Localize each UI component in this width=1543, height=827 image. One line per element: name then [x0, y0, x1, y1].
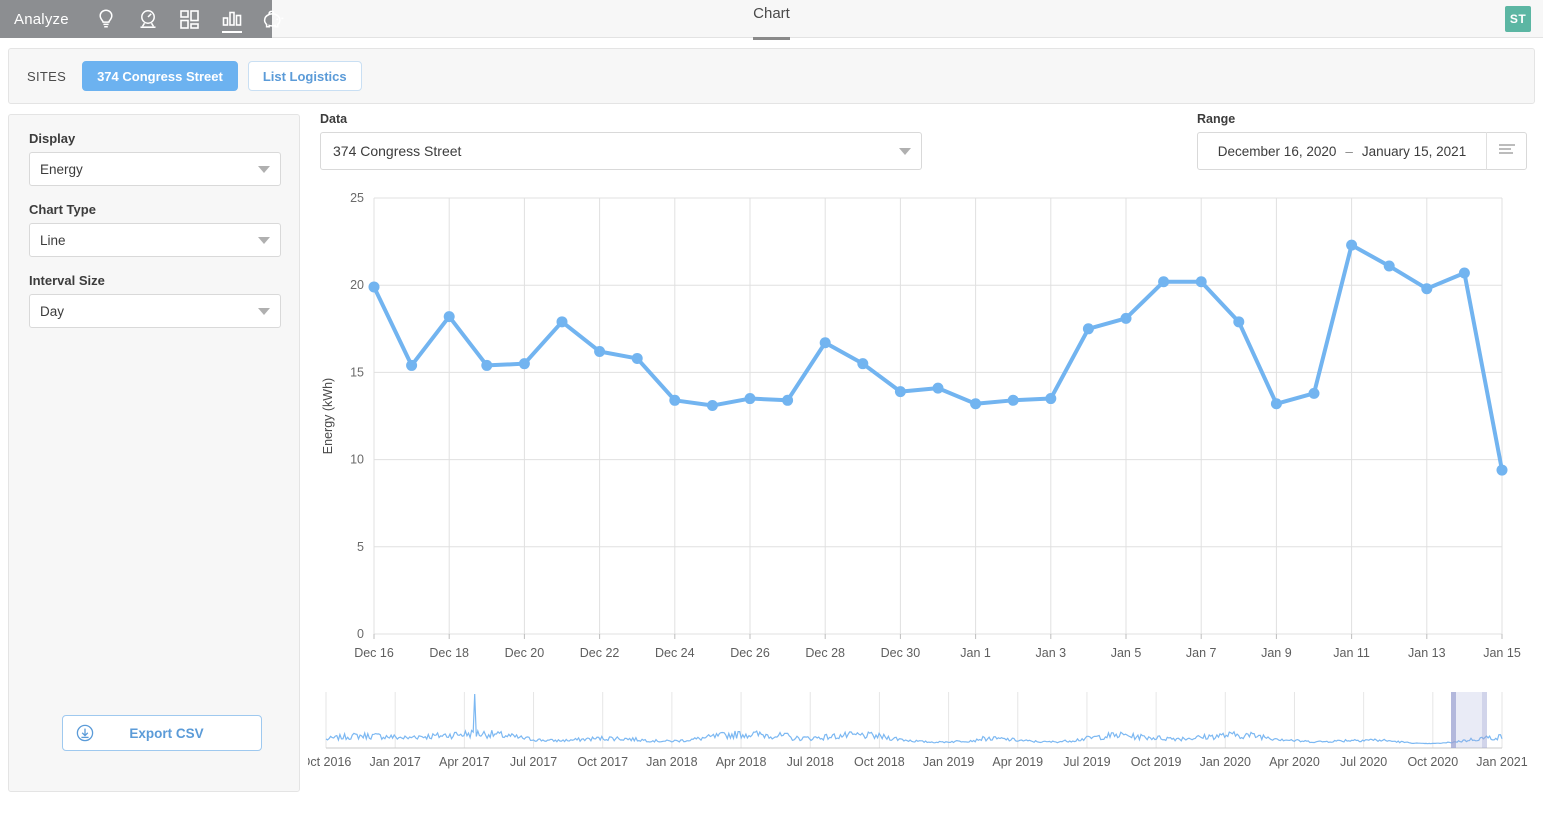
chart-type-select[interactable]: Line	[29, 223, 281, 257]
svg-text:Jul 2017: Jul 2017	[510, 755, 557, 769]
range-text: December 16, 2020 – January 15, 2021	[1198, 144, 1486, 159]
svg-text:Apr 2018: Apr 2018	[716, 755, 767, 769]
range-separator: –	[1345, 143, 1353, 159]
export-csv-label: Export CSV	[129, 725, 204, 741]
svg-text:Dec 16: Dec 16	[354, 646, 394, 660]
chevron-down-icon	[258, 308, 270, 315]
avatar[interactable]: ST	[1505, 6, 1531, 32]
gauge-icon[interactable]	[135, 4, 161, 34]
dashboard-grid-icon[interactable]	[177, 4, 203, 34]
svg-text:Jan 2020: Jan 2020	[1200, 755, 1251, 769]
svg-text:Jan 15: Jan 15	[1483, 646, 1521, 660]
range-input[interactable]: December 16, 2020 – January 15, 2021	[1197, 132, 1527, 170]
svg-text:Apr 2017: Apr 2017	[439, 755, 490, 769]
line-chart-svg: 0 5 10 15 20 25 Dec 16 Dec 18 Dec 20 Dec 22 Dec 24…	[321, 191, 1521, 660]
display-value: Energy	[40, 161, 83, 177]
svg-text:Jul 2018: Jul 2018	[787, 755, 834, 769]
svg-text:Energy (kWh): Energy (kWh)	[321, 378, 335, 454]
interval-size-label: Interval Size	[29, 273, 105, 288]
svg-text:Oct 2018: Oct 2018	[854, 755, 905, 769]
svg-text:Jan 3: Jan 3	[1036, 646, 1067, 660]
svg-text:Apr 2019: Apr 2019	[992, 755, 1043, 769]
chevron-down-icon	[258, 166, 270, 173]
svg-text:Dec 22: Dec 22	[580, 646, 620, 660]
range-end-date: January 15, 2021	[1361, 143, 1467, 159]
range-navigator-svg: Oct 2016 Jan 2017 Apr 2017 Jul 2017 Oct 2017…	[301, 692, 1528, 769]
site-tab-list-logistics[interactable]: List Logistics	[247, 61, 362, 91]
svg-text:5: 5	[357, 540, 364, 554]
display-select[interactable]: Energy	[29, 152, 281, 186]
display-field-group: Display Energy	[9, 115, 299, 186]
data-select[interactable]: 374 Congress Street	[320, 132, 922, 170]
range-label: Range	[1197, 112, 1236, 126]
range-control: Range December 16, 2020 – January 15, 20…	[1197, 112, 1527, 170]
svg-text:Apr 2020: Apr 2020	[1269, 755, 1320, 769]
svg-text:Jul 2019: Jul 2019	[1063, 755, 1110, 769]
svg-text:Jan 9: Jan 9	[1261, 646, 1292, 660]
svg-text:20: 20	[350, 278, 364, 292]
chevron-down-icon	[258, 237, 270, 244]
sites-bar: SITES 374 Congress Street List Logistics	[8, 48, 1535, 104]
svg-text:Dec 26: Dec 26	[730, 646, 770, 660]
data-select-value: 374 Congress Street	[333, 143, 462, 159]
svg-text:Dec 30: Dec 30	[881, 646, 921, 660]
svg-text:Oct 2020: Oct 2020	[1407, 755, 1458, 769]
svg-text:Jan 11: Jan 11	[1333, 646, 1370, 660]
download-icon	[76, 724, 94, 742]
interval-size-select[interactable]: Day	[29, 294, 281, 328]
svg-text:Jan 2018: Jan 2018	[646, 755, 697, 769]
svg-text:Dec 18: Dec 18	[429, 646, 469, 660]
svg-text:Dec 28: Dec 28	[805, 646, 845, 660]
interval-size-value: Day	[40, 303, 65, 319]
export-csv-button[interactable]: Export CSV	[62, 715, 262, 751]
svg-text:Jan 13: Jan 13	[1408, 646, 1446, 660]
display-label: Display	[29, 131, 76, 146]
interval-size-field-group: Interval Size Day	[9, 257, 299, 328]
svg-text:Jan 1: Jan 1	[960, 646, 991, 660]
chart-type-field-group: Chart Type Line	[9, 186, 299, 257]
svg-text:25: 25	[350, 191, 364, 205]
svg-text:0: 0	[357, 627, 364, 641]
list-lines-icon	[1498, 142, 1516, 161]
piggy-bank-icon[interactable]	[261, 4, 287, 34]
top-nav-icons	[93, 4, 287, 34]
top-bar-left-panel: Analyze	[0, 0, 284, 38]
top-bar: Analyze Chart ST	[0, 0, 1543, 40]
svg-text:10: 10	[350, 453, 364, 467]
bar-chart-icon[interactable]	[219, 4, 245, 34]
chevron-down-icon	[899, 148, 911, 155]
range-start-date: December 16, 2020	[1217, 143, 1337, 159]
svg-text:Jan 5: Jan 5	[1111, 646, 1142, 660]
app-brand: Analyze	[14, 10, 69, 28]
data-label: Data	[320, 112, 348, 126]
svg-text:Oct 2019: Oct 2019	[1131, 755, 1182, 769]
data-control: Data 374 Congress Street	[320, 112, 922, 170]
page-title-text: Chart	[753, 0, 790, 40]
site-tab-374-congress-street[interactable]: 374 Congress Street	[82, 61, 238, 91]
svg-text:Jul 2020: Jul 2020	[1340, 755, 1387, 769]
svg-text:15: 15	[350, 365, 364, 379]
line-chart[interactable]: 0 5 10 15 20 25 Dec 16 Dec 18 Dec 20 Dec 22 Dec 24…	[308, 186, 1535, 686]
svg-text:Jan 2019: Jan 2019	[923, 755, 974, 769]
range-presets-button[interactable]	[1486, 132, 1526, 170]
svg-text:Oct 2016: Oct 2016	[308, 755, 351, 769]
lightbulb-icon[interactable]	[93, 4, 119, 34]
svg-text:Jan 7: Jan 7	[1186, 646, 1217, 660]
chart-type-label: Chart Type	[29, 202, 96, 217]
svg-text:Oct 2017: Oct 2017	[577, 755, 628, 769]
main-panel: Data 374 Congress Street Range December …	[301, 112, 1535, 802]
sidebar: Display Energy Chart Type Line Interval …	[8, 114, 300, 792]
range-navigator[interactable]: Oct 2016 Jan 2017 Apr 2017 Jul 2017 Oct 2017…	[301, 690, 1535, 780]
chart-type-value: Line	[40, 232, 66, 248]
svg-text:Dec 20: Dec 20	[505, 646, 545, 660]
sites-label: SITES	[27, 68, 67, 84]
svg-text:Dec 24: Dec 24	[655, 646, 695, 660]
svg-text:Jan 2017: Jan 2017	[369, 755, 420, 769]
svg-text:Jan 2021: Jan 2021	[1476, 755, 1527, 769]
